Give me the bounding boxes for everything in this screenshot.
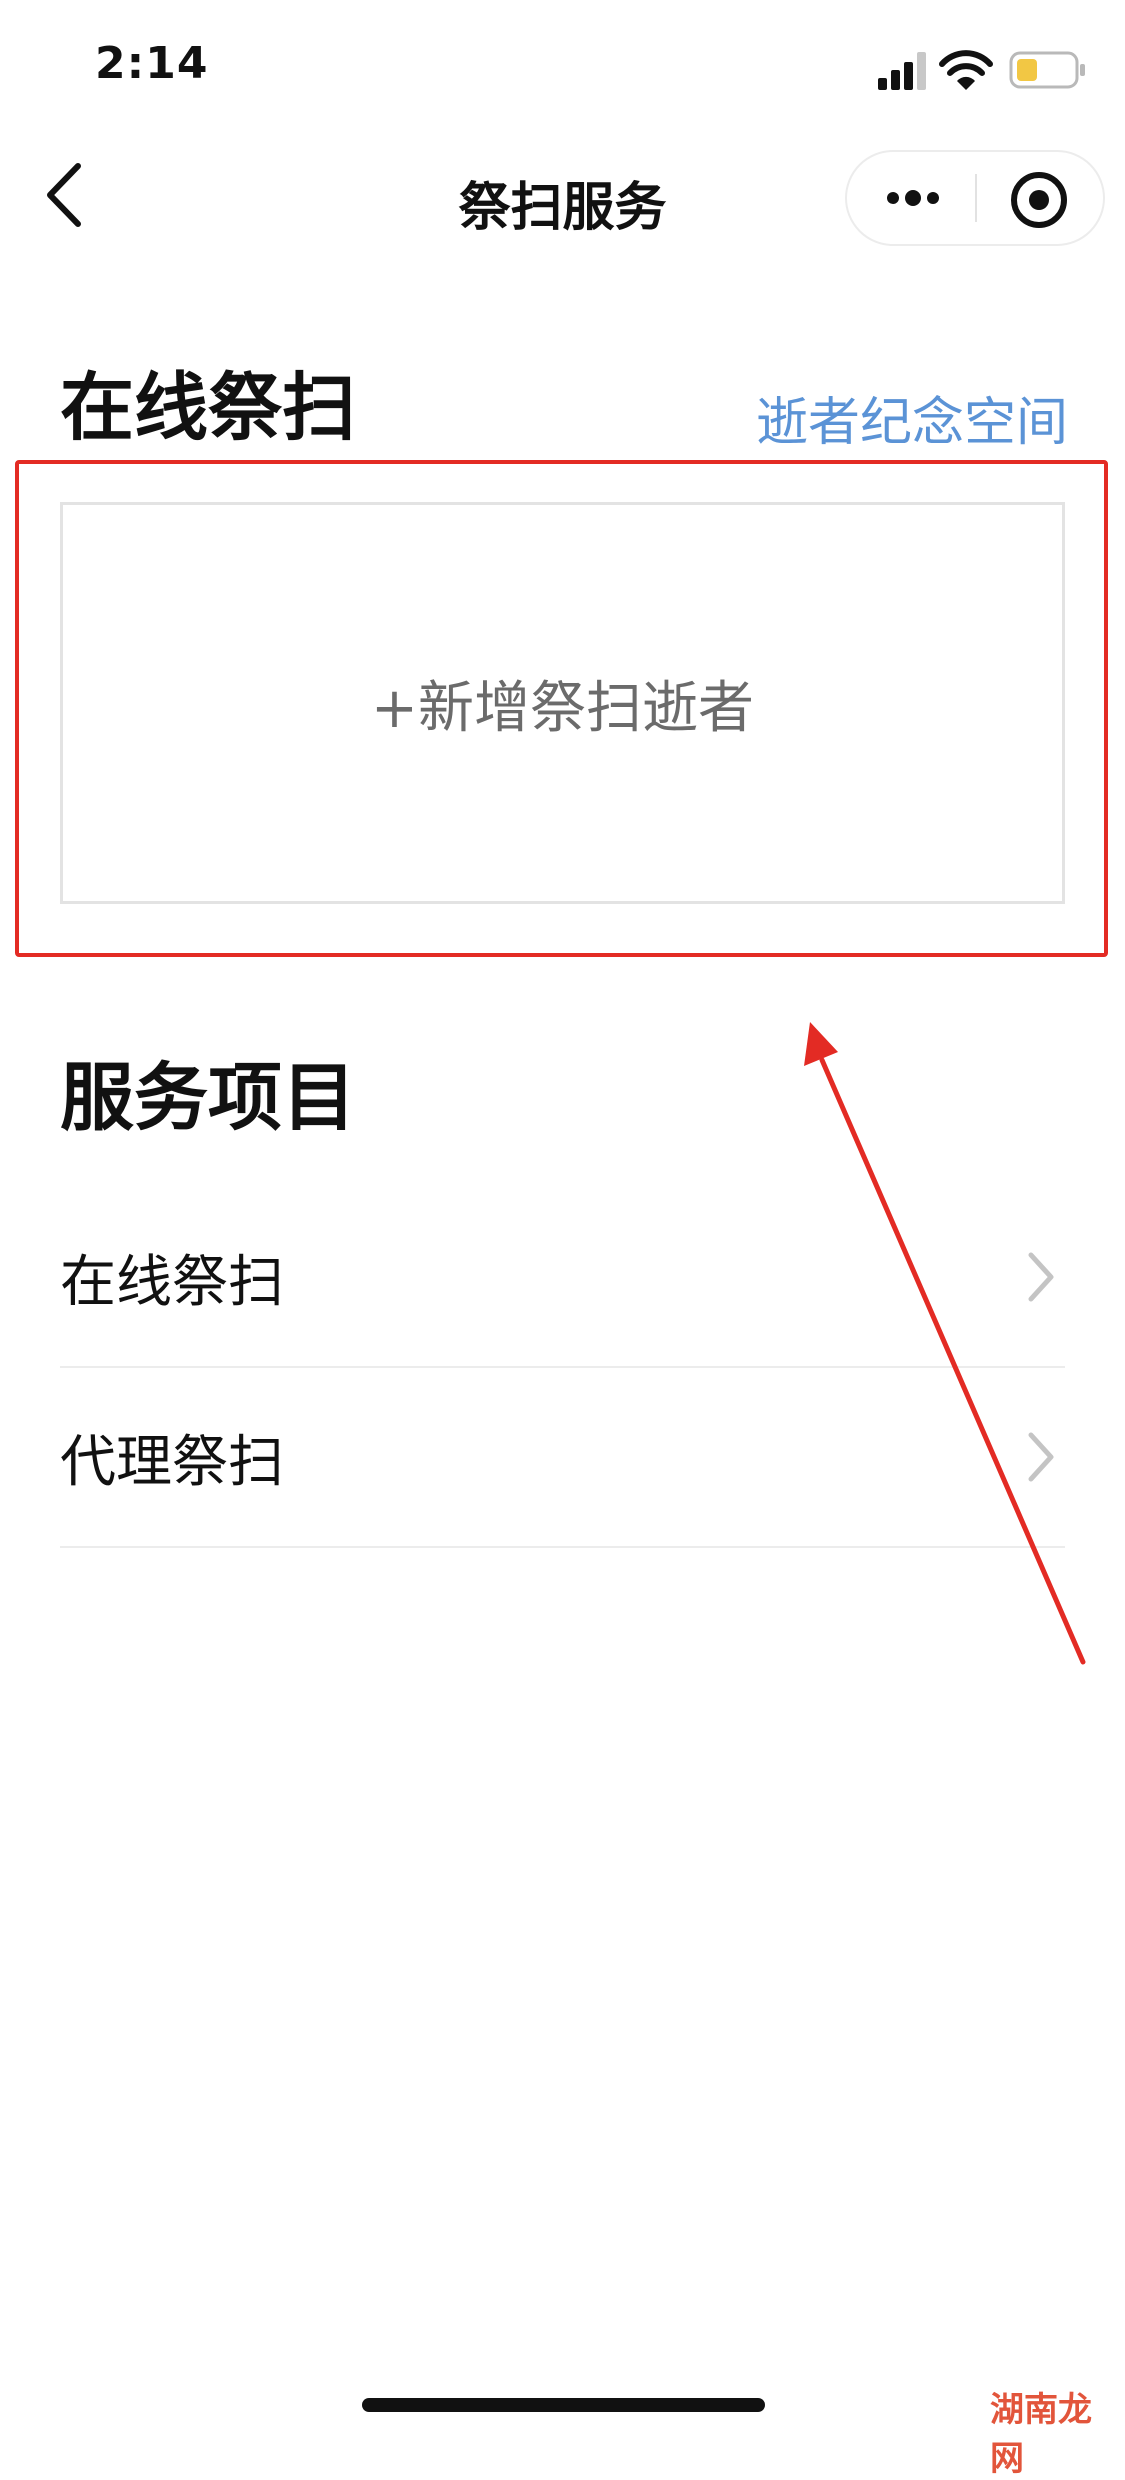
online-section-title: 在线祭扫 — [60, 365, 356, 451]
service-item-label: 代理祭扫 — [60, 1429, 284, 1495]
service-item-proxy[interactable]: 代理祭扫 — [60, 1368, 1065, 1548]
status-icons — [878, 50, 1085, 90]
close-button[interactable] — [1009, 170, 1069, 230]
highlight-frame — [15, 460, 1108, 957]
mini-program-capsule — [845, 150, 1105, 246]
chevron-right-icon — [1028, 1432, 1054, 1482]
memorial-space-link[interactable]: 逝者纪念空间 — [756, 380, 1068, 455]
more-button[interactable] — [883, 178, 943, 218]
signal-icon — [878, 52, 926, 90]
services-section-title: 服务项目 — [60, 1055, 356, 1141]
service-item-label: 在线祭扫 — [60, 1249, 284, 1315]
arrow-head-icon — [804, 1022, 838, 1066]
chevron-right-icon — [1028, 1252, 1054, 1302]
battery-icon — [1009, 51, 1085, 89]
home-indicator — [362, 2398, 765, 2412]
status-time: 2:14 — [95, 38, 209, 89]
watermark: 湖南龙网 — [990, 2390, 1092, 2479]
service-item-online[interactable]: 在线祭扫 — [60, 1188, 1065, 1368]
target-close-icon — [1011, 172, 1067, 228]
wifi-icon — [939, 50, 993, 90]
more-dots-icon — [887, 192, 899, 204]
capsule-divider — [975, 174, 977, 222]
